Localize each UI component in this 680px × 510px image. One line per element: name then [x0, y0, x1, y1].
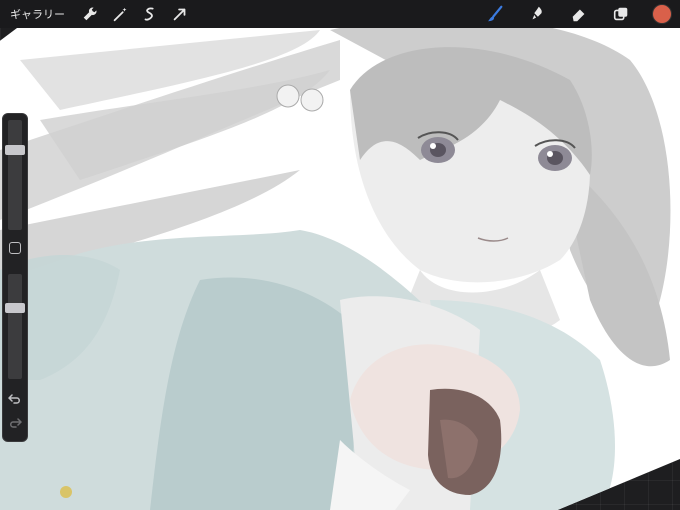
transform-button[interactable]	[169, 3, 191, 25]
opacity-slider[interactable]	[5, 274, 25, 379]
modify-square-icon[interactable]	[9, 242, 21, 254]
brush-size-thumb[interactable]	[5, 145, 25, 155]
eraser-icon	[572, 9, 585, 22]
top-toolbar: ギャラリー	[0, 0, 680, 28]
redo-button[interactable]	[7, 416, 23, 430]
smudge-button[interactable]	[526, 3, 548, 25]
canvas[interactable]	[0, 28, 680, 510]
magic-wand-icon	[113, 7, 127, 22]
selection-icon	[144, 7, 154, 21]
layers-button[interactable]	[610, 3, 632, 25]
left-sidebar	[2, 113, 28, 442]
selection-button[interactable]	[139, 3, 161, 25]
smudge-icon	[532, 6, 542, 20]
actions-button[interactable]	[79, 3, 101, 25]
undo-icon	[8, 394, 20, 404]
wrench-icon	[83, 7, 97, 21]
right-tools	[484, 0, 680, 28]
redo-icon	[10, 418, 22, 428]
brush-size-slider[interactable]	[5, 120, 25, 230]
transform-arrow-icon	[173, 8, 186, 21]
artwork	[0, 28, 680, 510]
gallery-button[interactable]: ギャラリー	[10, 6, 65, 22]
color-picker-button[interactable]	[652, 4, 672, 24]
opacity-thumb[interactable]	[5, 303, 25, 313]
eraser-button[interactable]	[568, 3, 590, 25]
layers-icon	[613, 7, 628, 21]
undo-button[interactable]	[7, 392, 23, 406]
adjustments-button[interactable]	[109, 3, 131, 25]
brush-button[interactable]	[484, 3, 506, 25]
brush-icon	[487, 5, 503, 22]
